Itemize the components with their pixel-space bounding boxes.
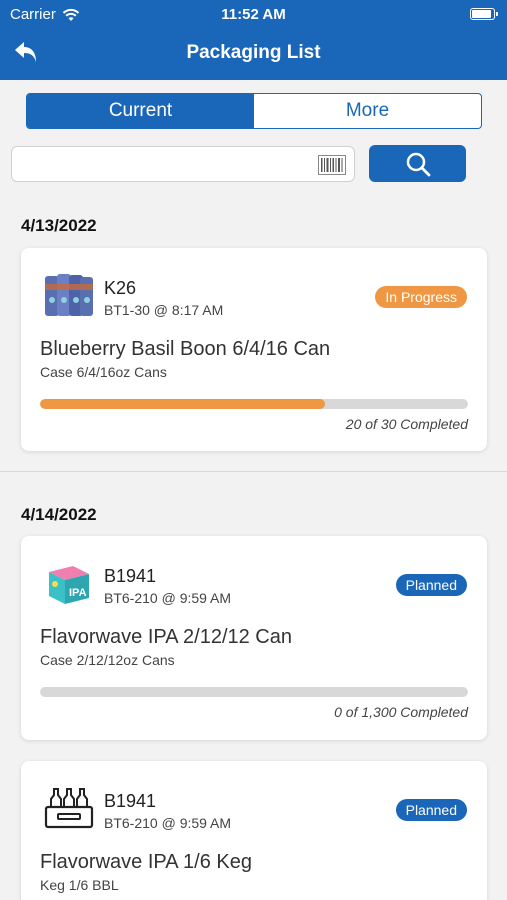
progress-label: 20 of 30 Completed	[345, 416, 468, 432]
status-badge: In Progress	[375, 286, 467, 308]
packaging-card[interactable]: K26 BT1-30 @ 8:17 AM In Progress Blueber…	[21, 248, 487, 451]
tank-time: BT6-210 @ 9:59 AM	[104, 590, 232, 606]
svg-text:IPA: IPA	[69, 587, 87, 599]
page-title: Packaging List	[186, 42, 321, 63]
progress-bar	[40, 687, 468, 697]
packaging-card[interactable]: IPA B1941 BT6-210 @ 9:59 AM Planned Flav…	[21, 536, 487, 740]
status-badge: Planned	[395, 799, 467, 821]
product-title: Blueberry Basil Boon 6/4/16 Can	[40, 338, 331, 360]
package-desc: Keg 1/6 BBL	[40, 877, 119, 893]
progress-label: 0 of 1,300 Completed	[334, 704, 468, 720]
product-title: Flavorwave IPA 1/6 Keg	[40, 851, 252, 873]
nav-header: Carrier 11:52 AM Packaging List	[0, 0, 507, 80]
status-badge: Planned	[395, 574, 467, 596]
tab-current[interactable]: Current	[27, 94, 254, 128]
package-desc: Case 2/12/12oz Cans	[40, 652, 175, 668]
progress-fill	[40, 399, 326, 409]
batch-code: B1941	[104, 566, 157, 586]
product-title: Flavorwave IPA 2/12/12 Can	[40, 626, 292, 648]
search-field	[11, 146, 355, 182]
bottle-crate-icon	[44, 788, 94, 829]
barcode-scan-icon[interactable]	[318, 155, 346, 175]
tank-time: BT1-30 @ 8:17 AM	[104, 302, 224, 318]
status-time: 11:52 AM	[221, 6, 286, 23]
section-divider	[0, 471, 507, 472]
search-button[interactable]	[369, 145, 466, 182]
beer-cans-icon	[45, 274, 93, 316]
progress-bar	[40, 399, 468, 409]
tank-time: BT6-210 @ 9:59 AM	[104, 815, 232, 831]
packaging-card[interactable]: B1941 BT6-210 @ 9:59 AM Planned Flavorwa…	[21, 761, 487, 900]
battery-icon	[470, 8, 498, 20]
magnifier-icon	[406, 152, 430, 176]
status-bar: Carrier 11:52 AM	[0, 0, 507, 28]
tab-more[interactable]: More	[254, 94, 481, 128]
ipa-box-icon: IPA	[49, 566, 89, 604]
batch-code: B1941	[104, 791, 157, 811]
search-input[interactable]	[20, 147, 310, 181]
batch-code: K26	[104, 278, 137, 298]
package-desc: Case 6/4/16oz Cans	[40, 364, 167, 380]
segmented-control: Current More	[26, 93, 482, 129]
date-heading: 4/14/2022	[21, 505, 97, 524]
date-heading: 4/13/2022	[21, 216, 97, 235]
